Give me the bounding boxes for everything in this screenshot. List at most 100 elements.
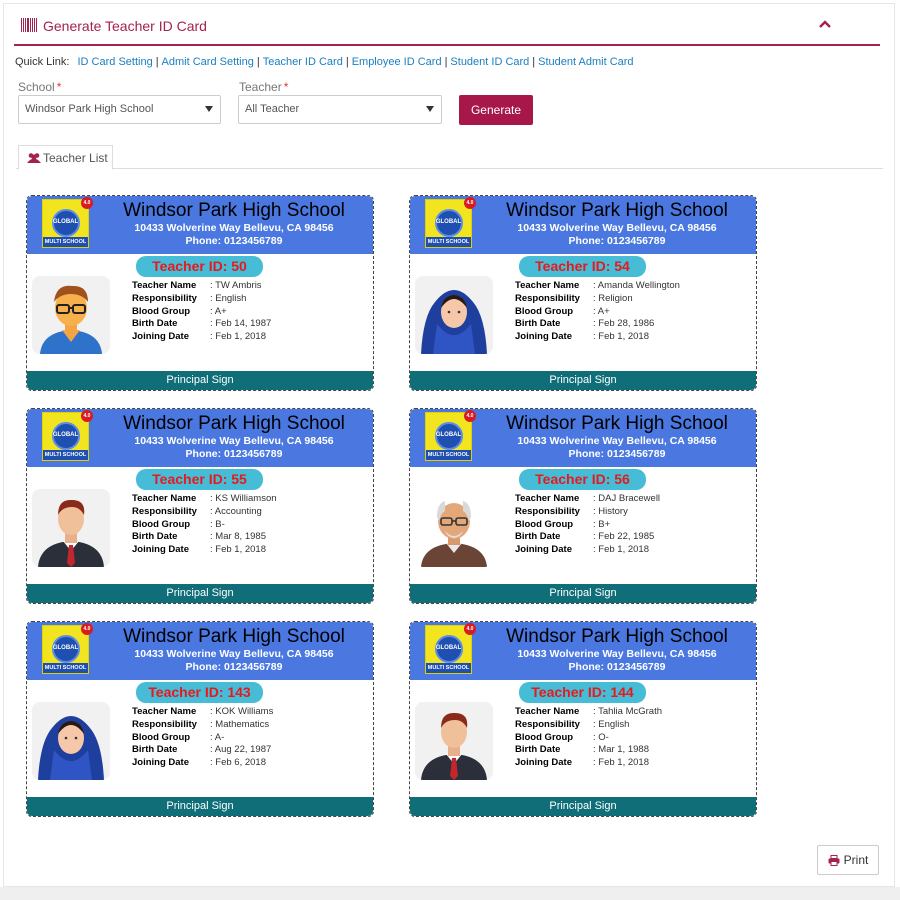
field-label: Responsibility [132,718,197,730]
principal-sign: Principal Sign [410,797,756,816]
teacher-joining-date: : Feb 1, 2018 [593,757,649,769]
print-label: Print [843,853,869,867]
card-school-phone: Phone: 0123456789 [185,448,283,460]
teacher-id-badge: Teacher ID: 54 [519,256,646,277]
barcode-icon [21,18,37,32]
page-title: Generate Teacher ID Card [43,18,207,34]
link-id-card-setting[interactable]: ID Card Setting [77,56,152,68]
print-button[interactable]: Print [817,845,879,875]
principal-sign: Principal Sign [27,584,373,603]
school-select-value: Windsor Park High School [25,103,154,115]
link-student-admit-card[interactable]: Student Admit Card [538,56,633,68]
card-school-name: Windsor Park High School [123,200,345,221]
field-label: Responsibility [515,505,580,517]
school-logo: GLOBAL MULTI SCHOOL 4.0 [425,197,476,248]
teacher-joining-date: : Feb 6, 2018 [210,757,266,769]
users-icon [27,153,41,163]
generate-button[interactable]: Generate [459,95,533,125]
school-logo: GLOBAL MULTI SCHOOL 4.0 [42,623,93,674]
card-school-address: 10433 Wolverine Way Bellevu, CA 98456 [134,648,334,660]
tab-teacher-list[interactable]: Teacher List [18,145,113,170]
field-label: Joining Date [515,544,573,556]
chevron-up-icon[interactable] [818,17,832,31]
card-school-address: 10433 Wolverine Way Bellevu, CA 98456 [517,222,717,234]
teacher-info: Teacher Name: Amanda Wellington Responsi… [515,280,680,344]
field-label: Blood Group [132,731,191,743]
male-suit-avatar [32,489,110,567]
teacher-name: : TW Ambris [210,280,262,291]
teacher-blood-group: : A+ [593,305,610,317]
card-school-address: 10433 Wolverine Way Bellevu, CA 98456 [134,222,334,234]
logo-text: GLOBAL [52,645,79,651]
field-label: Responsibility [132,292,197,304]
teacher-info: Teacher Name: Tahlia McGrath Responsibil… [515,706,662,770]
logo-text: GLOBAL [435,432,462,438]
teacher-id-badge: Teacher ID: 143 [136,682,263,703]
teacher-id-badge: Teacher ID: 55 [136,469,263,490]
teacher-info: Teacher Name: DAJ Bracewell Responsibili… [515,493,660,557]
teacher-responsibility: : English [593,718,630,730]
principal-sign: Principal Sign [27,371,373,390]
teacher-name: : KOK Williams [210,706,274,717]
card-school-name: Windsor Park High School [123,413,345,434]
logo-badge: 4.0 [81,410,93,422]
card-header: GLOBAL MULTI SCHOOL 4.0 Windsor Park Hig… [27,622,373,680]
logo-badge: 4.0 [464,197,476,209]
school-select[interactable]: Windsor Park High School [18,95,221,124]
school-label: School * [18,80,62,94]
teacher-joining-date: : Feb 1, 2018 [593,331,649,343]
teacher-responsibility: : Accounting [210,505,262,517]
teacher-birth-date: : Feb 22, 1985 [593,531,655,543]
printer-icon [828,854,840,866]
teacher-id-badge: Teacher ID: 56 [519,469,646,490]
separator: | [444,56,448,68]
teacher-blood-group: : A- [210,731,225,743]
field-label: Birth Date [515,531,561,543]
field-label: Joining Date [515,331,573,343]
school-logo: GLOBAL MULTI SCHOOL 4.0 [42,410,93,461]
field-label: Birth Date [132,531,178,543]
card-header: GLOBAL MULTI SCHOOL 4.0 Windsor Park Hig… [410,622,756,680]
teacher-info: Teacher Name: KOK Williams Responsibilit… [132,706,273,770]
link-student-id-card[interactable]: Student ID Card [450,56,529,68]
field-label: Responsibility [515,292,580,304]
teacher-responsibility: : History [593,505,628,517]
teacher-id-card: GLOBAL MULTI SCHOOL 4.0 Windsor Park Hig… [409,408,757,604]
teacher-info: Teacher Name: KS Williamson Responsibili… [132,493,277,557]
teacher-id-card: GLOBAL MULTI SCHOOL 4.0 Windsor Park Hig… [409,195,757,391]
teacher-info: Teacher Name: TW Ambris Responsibility: … [132,280,271,344]
logo-text: GLOBAL [435,219,462,225]
tab-label: Teacher List [43,151,108,165]
separator: | [532,56,536,68]
page-footer-strip [0,887,900,900]
link-teacher-id-card[interactable]: Teacher ID Card [263,56,343,68]
teacher-blood-group: : O- [593,731,609,743]
field-label: Birth Date [132,744,178,756]
teacher-name: : DAJ Bracewell [593,493,661,504]
teacher-id-badge: Teacher ID: 50 [136,256,263,277]
field-label: Blood Group [515,731,574,743]
card-header: GLOBAL MULTI SCHOOL 4.0 Windsor Park Hig… [27,196,373,254]
teacher-blood-group: : B- [210,518,225,530]
link-admit-card-setting[interactable]: Admit Card Setting [162,56,254,68]
teacher-select[interactable]: All Teacher [238,95,442,124]
logo-text: GLOBAL [52,432,79,438]
logo-subtext: MULTI SCHOOL [426,237,471,247]
male-glasses-avatar [32,276,110,354]
principal-sign: Principal Sign [27,797,373,816]
teacher-id-card: GLOBAL MULTI SCHOOL 4.0 Windsor Park Hig… [409,621,757,817]
field-label: Blood Group [132,518,191,530]
field-label: Teacher Name [515,706,580,717]
card-school-address: 10433 Wolverine Way Bellevu, CA 98456 [517,648,717,660]
teacher-name: : Tahlia McGrath [593,706,662,717]
link-employee-id-card[interactable]: Employee ID Card [352,56,442,68]
card-school-address: 10433 Wolverine Way Bellevu, CA 98456 [134,435,334,447]
field-label: Birth Date [515,318,561,330]
field-label: Blood Group [515,518,574,530]
logo-subtext: MULTI SCHOOL [426,663,471,673]
teacher-id-badge: Teacher ID: 144 [519,682,646,703]
card-school-name: Windsor Park High School [506,413,728,434]
card-school-phone: Phone: 0123456789 [185,235,283,247]
logo-subtext: MULTI SCHOOL [43,663,88,673]
male-suit-avatar [415,702,493,780]
